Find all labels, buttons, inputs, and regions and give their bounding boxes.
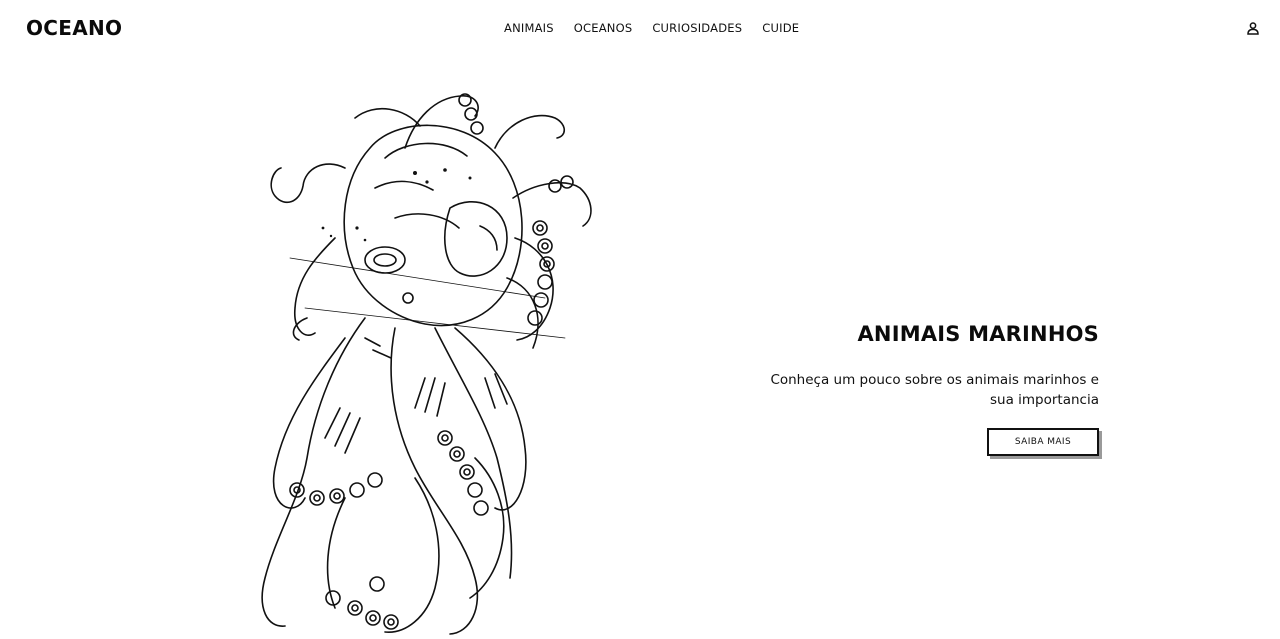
hero-description: Conheça um pouco sobre os animais marinh… — [770, 372, 1099, 408]
nav-item-animais[interactable]: ANIMAIS — [504, 21, 554, 35]
nav-item-curiosidades[interactable]: CURIOSIDADES — [652, 21, 742, 35]
brand-logo[interactable]: OCEANO — [26, 16, 122, 40]
main-nav: ANIMAIS OCEANOS CURIOSIDADES CUIDE — [504, 21, 799, 35]
saiba-mais-button[interactable]: SAIBA MAIS — [987, 428, 1099, 456]
nav-item-oceanos[interactable]: OCEANOS — [574, 21, 633, 35]
landing-page: OCEANO ANIMAIS OCEANOS CURIOSIDADES CUID… — [0, 0, 1280, 639]
site-header: OCEANO ANIMAIS OCEANOS CURIOSIDADES CUID… — [0, 0, 1280, 58]
octopus-illustration — [261, 93, 592, 635]
user-icon[interactable] — [1247, 22, 1259, 35]
nav-item-cuide[interactable]: CUIDE — [762, 21, 799, 35]
hero-text: ANIMAIS MARINHOS Conheça um pouco sobre … — [759, 322, 1099, 456]
hero-title: ANIMAIS MARINHOS — [857, 322, 1099, 346]
